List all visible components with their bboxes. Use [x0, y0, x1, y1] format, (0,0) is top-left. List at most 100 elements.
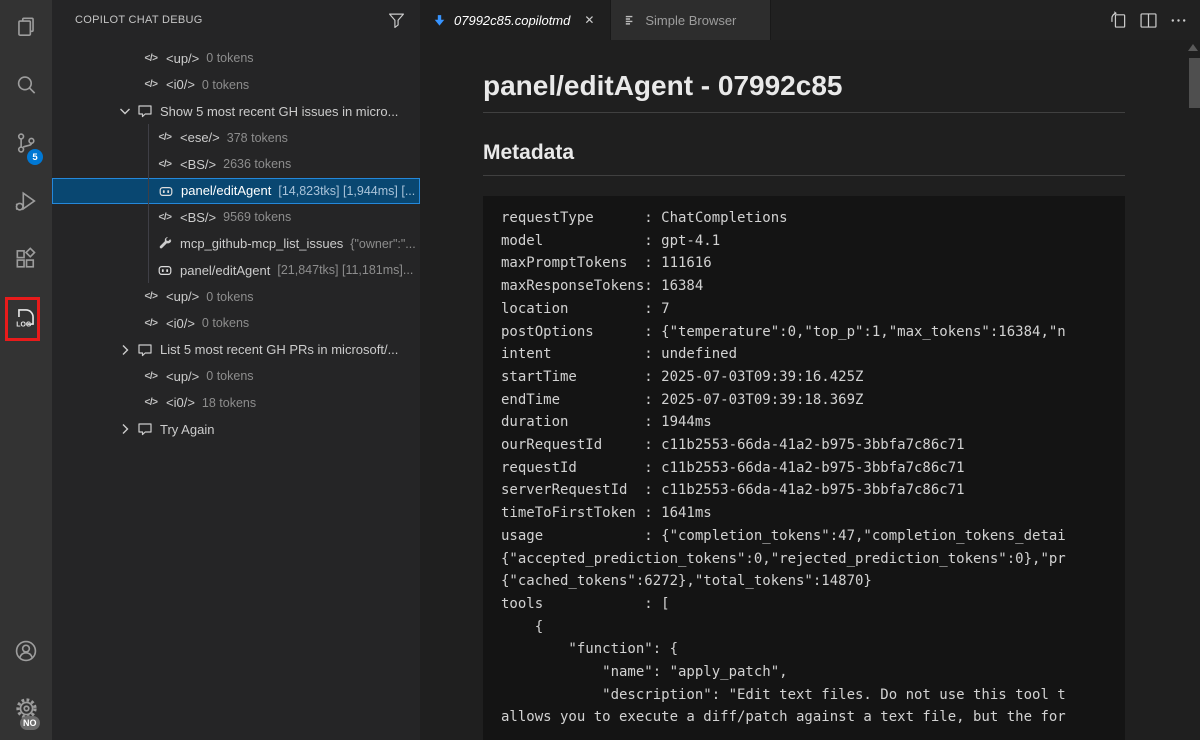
tree-item-mcp-github-mcp-list-issues[interactable]: mcp_github-mcp_list_issues {"owner":"... [52, 231, 420, 258]
log-icon: LOG [13, 304, 39, 335]
tree-item-meta: {"owner":"... [350, 237, 415, 251]
settings-badge: NO [20, 716, 40, 730]
tree-item-meta: 9569 tokens [223, 210, 291, 224]
activity-bar-extensions[interactable] [0, 232, 52, 290]
activity-bar-settings[interactable]: NO [0, 682, 52, 740]
tab-simple-browser[interactable]: Simple Browser [611, 0, 771, 40]
tree-item-show-5-most-recent-gh-issues-in-micro[interactable]: Show 5 most recent GH issues in micro... [52, 98, 420, 125]
editor-group: 07992c85.copilotmd ✕ Simple Browser panel/… [420, 0, 1200, 740]
tab-label: Simple Browser [645, 13, 736, 28]
section-heading-metadata: Metadata [483, 139, 1125, 176]
activity-bar-run-debug[interactable] [0, 174, 52, 232]
tree-item-label: <i0/> [166, 395, 195, 410]
tree-item-meta: [21,847tks] [11,181ms]... [277, 263, 413, 277]
split-editor-icon[interactable] [1136, 8, 1160, 32]
tree-item-i0[interactable]: </> <i0/> 0 tokens [52, 72, 420, 99]
files-icon [13, 14, 39, 45]
tree-item-label: <BS/> [180, 157, 216, 172]
markdown-preview: panel/editAgent - 07992c85 Metadata requ… [420, 40, 1200, 740]
activity-bar-copilot-chat-debug-log[interactable]: LOG [0, 290, 52, 348]
tree-item-ese[interactable]: </> <ese/> 378 tokens [52, 125, 420, 152]
open-preview-icon[interactable] [1106, 8, 1130, 32]
code-icon: </> [142, 53, 160, 64]
tree-item-panel-editagent[interactable]: panel/editAgent [14,823tks] [1,944ms] [..… [52, 178, 420, 205]
code-icon: </> [156, 132, 174, 143]
activity-bar-source-control[interactable]: 5 [0, 116, 52, 174]
activity-bar-search[interactable] [0, 58, 52, 116]
tree-item-panel-editagent[interactable]: panel/editAgent [21,847tks] [11,181ms]... [52, 257, 420, 284]
vscode-window: 5LOGNO COPILOT CHAT DEBUG </><up/>0 toke… [0, 0, 1200, 740]
activity-bar-account[interactable] [0, 624, 52, 682]
sidebar-header: COPILOT CHAT DEBUG [52, 0, 420, 40]
tree-item-label: <up/> [166, 51, 199, 66]
tab-07992c85-copilotmd[interactable]: 07992c85.copilotmd ✕ [420, 0, 611, 40]
tree-item-up[interactable]: </> <up/> 0 tokens [52, 363, 420, 390]
chevron-down-icon[interactable] [114, 103, 136, 119]
tree-item-label: <ese/> [180, 130, 220, 145]
chevron-right-icon[interactable] [114, 421, 136, 437]
tree-item-label: List 5 most recent GH PRs in microsoft/.… [160, 342, 398, 357]
tree-item-meta: 378 tokens [227, 131, 288, 145]
svg-text:LOG: LOG [16, 321, 31, 328]
tree-item-meta: 2636 tokens [223, 157, 291, 171]
account-icon [13, 638, 39, 669]
code-icon: </> [142, 397, 160, 408]
metadata-code-block[interactable]: requestType : ChatCompletions model : gp… [483, 196, 1125, 740]
run-debug-icon [13, 188, 39, 219]
activity-bar-explorer[interactable] [0, 0, 52, 58]
scrollbar-up-arrow[interactable] [1188, 44, 1198, 51]
tree-item-meta: 18 tokens [202, 396, 256, 410]
tree-item-i0[interactable]: </> <i0/> 0 tokens [52, 310, 420, 337]
extensions-icon [13, 246, 39, 277]
tree-item-meta: 0 tokens [202, 78, 249, 92]
copilot-icon [157, 183, 175, 199]
tree-item-label: mcp_github-mcp_list_issues [180, 236, 343, 251]
code-icon: </> [142, 371, 160, 382]
sidebar-copilot-chat-debug: COPILOT CHAT DEBUG </><up/>0 tokens</><i… [52, 0, 420, 740]
code-icon: </> [142, 291, 160, 302]
more-actions-icon[interactable] [1166, 8, 1190, 32]
tree-item-up[interactable]: </> <up/> 0 tokens [52, 284, 420, 311]
tree-item-meta: 0 tokens [202, 316, 249, 330]
tree-item-label: <up/> [166, 369, 199, 384]
editor-tab-bar: 07992c85.copilotmd ✕ Simple Browser [420, 0, 1200, 40]
tree-item-meta: [14,823tks] [1,944ms] [... [278, 184, 415, 198]
tree-item-label: Show 5 most recent GH issues in micro... [160, 104, 398, 119]
tree-item-meta: 0 tokens [206, 51, 253, 65]
tree-item-up[interactable]: </> <up/> 0 tokens [52, 45, 420, 72]
close-icon[interactable]: ✕ [580, 11, 598, 29]
code-icon: </> [142, 318, 160, 329]
chevron-right-icon[interactable] [114, 342, 136, 358]
tree-item-label: <BS/> [180, 210, 216, 225]
tree-item-meta: 0 tokens [206, 290, 253, 304]
comment-icon [136, 103, 154, 119]
tree-item-meta: 0 tokens [206, 369, 253, 383]
tree-item-try-again[interactable]: Try Again [52, 416, 420, 443]
tree-item-bs[interactable]: </> <BS/> 9569 tokens [52, 204, 420, 231]
tree-item-i0[interactable]: </> <i0/> 18 tokens [52, 390, 420, 417]
copilot-icon [156, 262, 174, 278]
source-control-badge: 5 [27, 149, 43, 165]
tree-item-label: Try Again [160, 422, 214, 437]
activity-bar: 5 LOG NO [0, 0, 52, 740]
tree-item-bs[interactable]: </><BS/>2636 tokens [52, 151, 420, 178]
code-icon: </> [142, 79, 160, 90]
comment-icon [136, 421, 154, 437]
code-icon: </> [156, 212, 174, 223]
scrollbar-thumb[interactable] [1189, 58, 1200, 108]
tree-item-label: <up/> [166, 289, 199, 304]
sidebar-title: COPILOT CHAT DEBUG [75, 14, 386, 26]
tools-icon [156, 236, 174, 251]
simple-browser-icon [623, 13, 638, 28]
tree-item-label: panel/editAgent [180, 263, 270, 278]
filter-icon[interactable] [386, 10, 406, 30]
tree-indent-guide [148, 124, 149, 283]
tree-item-list-5-most-recent-gh-prs-in-microsoft[interactable]: List 5 most recent GH PRs in microsoft/.… [52, 337, 420, 364]
tree-item-label: <i0/> [166, 77, 195, 92]
search-icon [13, 72, 39, 103]
tab-label: 07992c85.copilotmd [454, 13, 570, 28]
chat-debug-tree: </><up/>0 tokens</><i0/>0 tokensShow 5 m… [52, 45, 420, 443]
markdown-file-icon [432, 13, 447, 28]
tree-item-label: panel/editAgent [181, 183, 271, 198]
tree-item-label: <i0/> [166, 316, 195, 331]
